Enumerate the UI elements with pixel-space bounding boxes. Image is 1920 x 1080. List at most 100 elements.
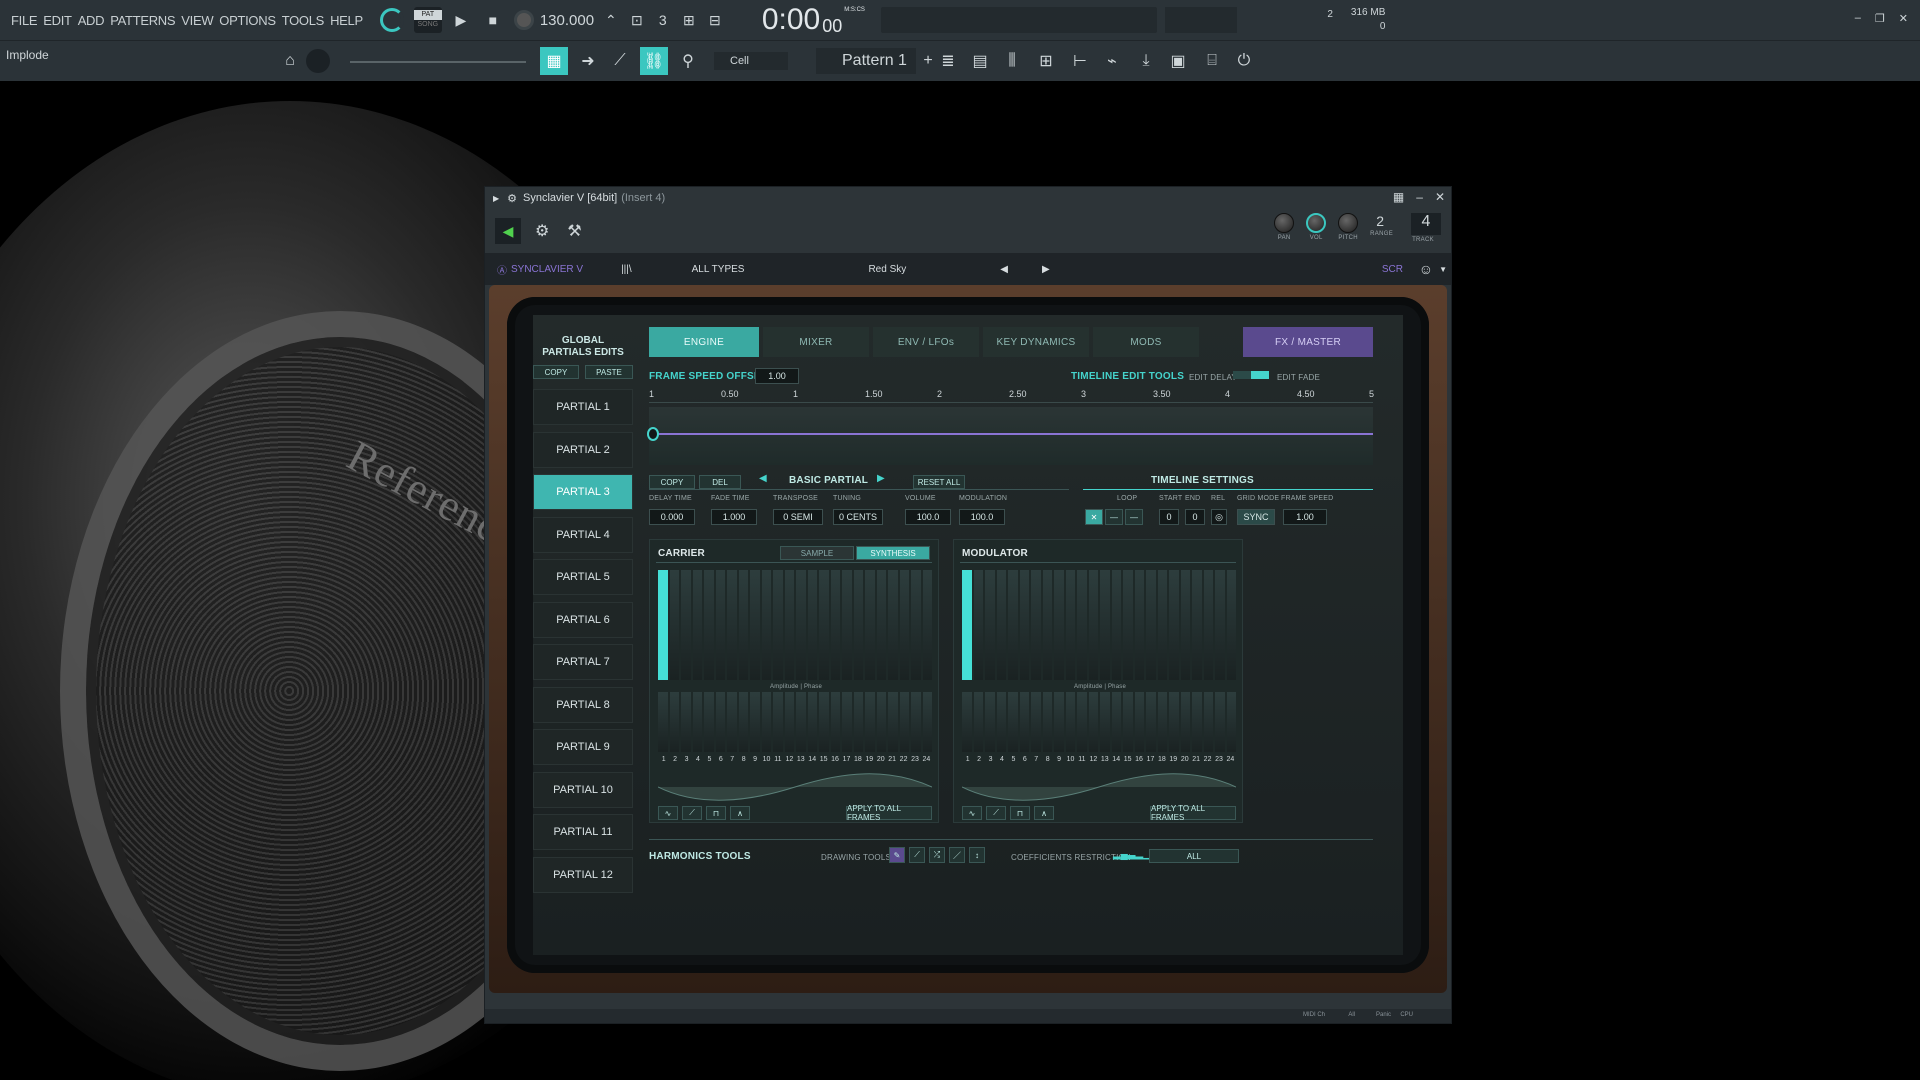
- modulator-amplitude-bars[interactable]: [962, 570, 1236, 680]
- param-value[interactable]: 0 CENTS: [833, 509, 883, 525]
- harmonic-bar[interactable]: [888, 692, 898, 752]
- harmonic-bar[interactable]: [1111, 692, 1121, 752]
- dropdown-icon[interactable]: ▼: [1439, 265, 1447, 274]
- partial-prev-icon[interactable]: ◀: [759, 473, 767, 484]
- modulator-apply-button[interactable]: APPLY TO ALL FRAMES: [1150, 804, 1236, 822]
- smiley-icon[interactable]: ☺: [1419, 261, 1433, 277]
- pitch-knob[interactable]: [1338, 213, 1359, 233]
- harmonic-bar[interactable]: [1215, 570, 1225, 680]
- harmonic-bar[interactable]: [853, 570, 863, 680]
- harmonic-bar[interactable]: [865, 570, 875, 680]
- menu-options[interactable]: OPTIONS: [216, 13, 278, 28]
- carrier-phase-bars[interactable]: [658, 692, 932, 752]
- harmonic-bar[interactable]: [1042, 570, 1052, 680]
- harmonic-bar[interactable]: [773, 570, 783, 680]
- harmonic-bar[interactable]: [807, 570, 817, 680]
- harmonic-bar[interactable]: [922, 692, 932, 752]
- loop-x-button[interactable]: ✕: [1085, 509, 1103, 525]
- harmonic-bar[interactable]: [796, 570, 806, 680]
- harmonic-bar[interactable]: [715, 692, 725, 752]
- step-edit-icon[interactable]: ⊞: [676, 7, 702, 33]
- next-preset-icon[interactable]: ▶: [1042, 264, 1050, 275]
- frame-speed-setting-value[interactable]: 1.00: [1283, 509, 1327, 525]
- plugin-settings-icon[interactable]: ⚙: [535, 221, 549, 241]
- harmonic-bar[interactable]: [1065, 570, 1075, 680]
- close-icon[interactable]: ✕: [1899, 12, 1908, 25]
- preset-name[interactable]: Red Sky: [868, 264, 906, 275]
- wrench-icon[interactable]: ⚒: [567, 221, 581, 241]
- harmonic-bar[interactable]: [681, 692, 691, 752]
- harmonic-bar[interactable]: [876, 692, 886, 752]
- harmonic-bar[interactable]: [727, 692, 737, 752]
- harmonic-bar[interactable]: [1031, 692, 1041, 752]
- grid-mode-value[interactable]: SYNC: [1237, 509, 1275, 525]
- tab-key-dynamics[interactable]: KEY DYNAMICS: [983, 327, 1089, 357]
- harmonic-bar[interactable]: [1146, 570, 1156, 680]
- harmonic-bar[interactable]: [1123, 692, 1133, 752]
- master-volume-knob[interactable]: [379, 8, 404, 32]
- modulator-phase-bars[interactable]: [962, 692, 1236, 752]
- harmonic-bar[interactable]: [796, 692, 806, 752]
- harmonic-bar[interactable]: [1169, 692, 1179, 752]
- harmonic-bar[interactable]: [807, 692, 817, 752]
- master-pitch-slider[interactable]: [350, 61, 526, 63]
- tab-mixer[interactable]: MIXER: [763, 327, 869, 357]
- harmonic-bar[interactable]: [985, 570, 995, 680]
- harmonic-bar[interactable]: [1180, 570, 1190, 680]
- harmonic-bar[interactable]: [1203, 692, 1213, 752]
- menu-tools[interactable]: TOOLS: [279, 13, 327, 28]
- library-icon[interactable]: |||\: [621, 264, 632, 275]
- partial-button[interactable]: PARTIAL 6: [533, 601, 633, 638]
- param-value[interactable]: 1.000: [711, 509, 757, 525]
- harmonic-bar[interactable]: [727, 570, 737, 680]
- ramp-tool-icon[interactable]: ／: [949, 847, 965, 863]
- line-tool-icon[interactable]: ⟋: [909, 847, 925, 863]
- menu-view[interactable]: VIEW: [178, 13, 216, 28]
- menu-patterns[interactable]: PATTERNS: [107, 13, 178, 28]
- harmonic-bar[interactable]: [962, 692, 972, 752]
- frame-speed-value[interactable]: 1.00: [755, 368, 799, 384]
- synthesis-tab[interactable]: SYNTHESIS: [856, 546, 930, 560]
- triangle-wave-icon[interactable]: ∧: [1034, 806, 1054, 820]
- record-button[interactable]: [513, 10, 534, 30]
- harmonic-bar[interactable]: [750, 692, 760, 752]
- harmonic-bar[interactable]: [1169, 570, 1179, 680]
- partial-button[interactable]: PARTIAL 10: [533, 771, 633, 808]
- detach-icon[interactable]: ▦: [1393, 190, 1404, 204]
- harmonic-bar[interactable]: [784, 692, 794, 752]
- harmonic-bar[interactable]: [738, 570, 748, 680]
- vertical-tool-icon[interactable]: ↕: [969, 847, 985, 863]
- harmonic-bar[interactable]: [669, 570, 679, 680]
- blend-notes-icon[interactable]: ⊟: [702, 7, 728, 33]
- param-value[interactable]: 0 SEMI: [773, 509, 823, 525]
- square-wave-icon[interactable]: ⊓: [706, 806, 726, 820]
- harmonic-bar[interactable]: [1157, 570, 1167, 680]
- pattern-select[interactable]: Pattern 1: [816, 48, 916, 74]
- harmonic-bar[interactable]: [1203, 570, 1213, 680]
- end-value[interactable]: 0: [1185, 509, 1205, 525]
- settings-gear-icon[interactable]: ⚙: [507, 192, 517, 205]
- restore-icon[interactable]: ❐: [1875, 12, 1885, 25]
- harmonic-bar[interactable]: [973, 692, 983, 752]
- track-value[interactable]: 4: [1411, 213, 1441, 235]
- harmonic-bar[interactable]: [899, 692, 909, 752]
- stamp-icon[interactable]: ⚲: [674, 47, 702, 75]
- timeline-start-handle[interactable]: [647, 427, 659, 441]
- plugin-window-titlebar[interactable]: ▶ ⚙ Synclavier V [64bit] (Insert 4): [485, 187, 1451, 209]
- piano-roll-icon[interactable]: ▦: [540, 47, 568, 75]
- harmonic-bar[interactable]: [911, 692, 921, 752]
- plugin-view-icon[interactable]: ◀: [495, 218, 521, 244]
- harmonic-bar[interactable]: [1100, 570, 1110, 680]
- harmonic-bar[interactable]: [1215, 692, 1225, 752]
- channel-rack-icon[interactable]: ⊞: [1032, 47, 1060, 75]
- partial-copy-button[interactable]: COPY: [649, 475, 695, 489]
- save-icon[interactable]: ▣: [1164, 47, 1192, 75]
- harmonic-bar[interactable]: [888, 570, 898, 680]
- harmonic-bar[interactable]: [1180, 692, 1190, 752]
- param-value[interactable]: 0.000: [649, 509, 695, 525]
- scr-button[interactable]: SCR: [1382, 264, 1403, 275]
- harmonic-bar[interactable]: [985, 692, 995, 752]
- square-wave-icon[interactable]: ⊓: [1010, 806, 1030, 820]
- harmonic-bar[interactable]: [996, 692, 1006, 752]
- partial-button[interactable]: PARTIAL 12: [533, 856, 633, 893]
